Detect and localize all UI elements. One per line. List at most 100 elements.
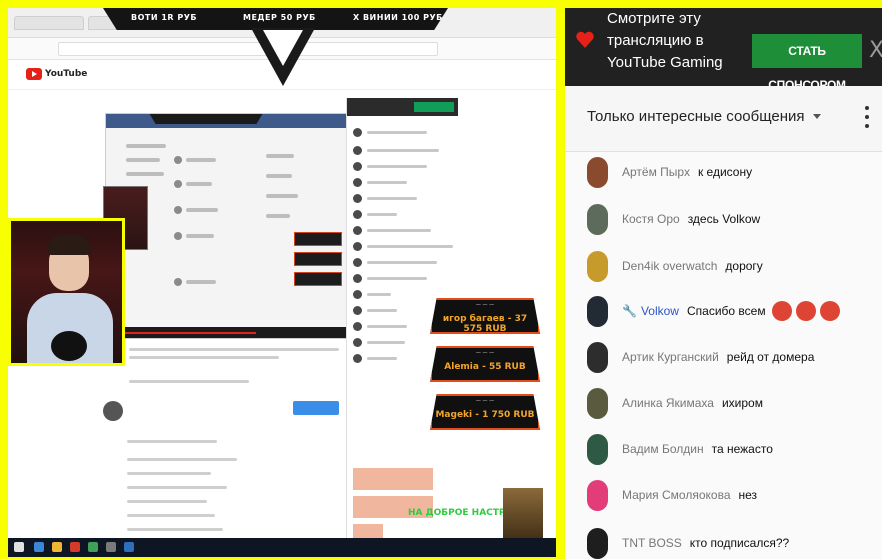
- close-icon[interactable]: X: [869, 38, 882, 63]
- nested-donation-badge: [294, 272, 342, 286]
- avatar[interactable]: [587, 387, 608, 419]
- chat-author-name: Вадим Болдин: [622, 442, 704, 456]
- avatar[interactable]: [587, 295, 608, 327]
- live-chat-panel: Смотрите эту трансляцию в YouTube Gaming…: [565, 8, 882, 559]
- nested-text-line: [266, 194, 298, 198]
- avatar[interactable]: [587, 433, 608, 465]
- avatar[interactable]: [587, 527, 608, 559]
- nested-sponsor-button[interactable]: [414, 102, 454, 112]
- chat-message-text: нез: [738, 488, 758, 502]
- avatar[interactable]: [587, 203, 608, 235]
- chat-message-text: та нежасто: [711, 442, 773, 456]
- chat-message-text: рейд от домера: [726, 350, 815, 364]
- chat-message[interactable]: Алинка Якимаха ихиром: [587, 383, 877, 423]
- chat-message[interactable]: Артём Пырх к едисону: [587, 152, 877, 192]
- chat-message[interactable]: Мария Смоляокова нез: [587, 475, 877, 515]
- nested-chat-row: [353, 226, 453, 238]
- chat-author-name: Артём Пырх: [622, 165, 690, 179]
- chat-author[interactable]: Костя Оро: [622, 212, 680, 226]
- emoji-icon: [819, 301, 840, 321]
- browser-tab[interactable]: [14, 16, 84, 30]
- nested-text-line: [186, 158, 216, 162]
- chat-message[interactable]: Артик Курганский рейд от домера: [587, 337, 877, 377]
- chat-filter-bar: Только интересные сообщения: [565, 86, 882, 152]
- sponsor-promo-bar: Смотрите эту трансляцию в YouTube Gaming…: [565, 8, 882, 92]
- donation-goal-value: игор багаев - 37 575 RUB: [442, 314, 528, 334]
- chat-message[interactable]: Den4ik overwatch дорогу: [587, 246, 877, 286]
- heart-icon: [576, 31, 594, 48]
- chat-author[interactable]: TNT BOSS: [622, 536, 682, 550]
- chat-message-text: дорогу: [725, 259, 763, 273]
- chat-author[interactable]: Мария Смоляокова: [622, 488, 731, 502]
- chat-filter-label: Только интересные сообщения: [587, 108, 805, 125]
- nested-chat-row: [353, 242, 453, 254]
- stream-overlay-text: НА ДОБРОЕ НАСТРО: [408, 508, 514, 518]
- windows-taskbar: [8, 538, 556, 557]
- nested-chat-row: [353, 258, 453, 270]
- nested-seek-bar[interactable]: [106, 327, 347, 338]
- wrench-icon: 🔧: [622, 304, 637, 318]
- video-description: [105, 340, 345, 557]
- chat-message[interactable]: Вадим Болдин та нежасто: [587, 429, 877, 469]
- streamer-webcam: [8, 218, 125, 366]
- chat-filter-dropdown[interactable]: Только интересные сообщения: [587, 108, 821, 125]
- sponsor-promo-text: Смотрите эту трансляцию в YouTube Gaming: [607, 10, 723, 71]
- nested-chat-row: [353, 274, 453, 286]
- nested-text-line: [266, 174, 292, 178]
- nested-progress: [106, 332, 256, 334]
- banner-pointer-inner: [263, 30, 303, 66]
- chat-message-text: кто подписался??: [689, 536, 790, 550]
- avatar[interactable]: [587, 156, 608, 188]
- chat-author[interactable]: Den4ik overwatch: [622, 259, 717, 273]
- chat-author[interactable]: Артём Пырх: [622, 165, 690, 179]
- chat-author-name: Костя Оро: [622, 212, 680, 226]
- donation-banner-left: ВОТИ 1R РУБ: [131, 13, 197, 22]
- taskbar-app-icon[interactable]: [106, 542, 116, 552]
- chat-message-text: к едисону: [697, 165, 753, 179]
- chat-author[interactable]: 🔧 Volkow: [622, 304, 679, 318]
- taskbar-app-icon[interactable]: [70, 542, 80, 552]
- chat-author[interactable]: Артик Курганский: [622, 350, 719, 364]
- taskbar-app-icon[interactable]: [34, 542, 44, 552]
- avatar[interactable]: [587, 341, 608, 373]
- chat-message[interactable]: TNT BOSS кто подписался??: [587, 523, 877, 559]
- chat-author-name: Алинка Якимаха: [622, 396, 714, 410]
- chat-message-text: Спасибо всем: [686, 304, 766, 318]
- emoji-group: [771, 301, 840, 321]
- chat-message[interactable]: Костя Оро здесь Volkow: [587, 199, 877, 239]
- avatar[interactable]: [587, 250, 608, 282]
- chat-author-name: Volkow: [640, 304, 679, 318]
- nested-chat-row: [353, 194, 453, 206]
- donation-goal: — — — Alemia - 55 RUB: [430, 346, 540, 382]
- chat-author-name: Артик Курганский: [622, 350, 719, 364]
- nested-text-line: [126, 172, 164, 176]
- emoji-icon: [795, 301, 816, 321]
- taskbar-app-icon[interactable]: [124, 542, 134, 552]
- avatar[interactable]: [587, 479, 608, 511]
- more-vert-icon[interactable]: [863, 106, 871, 130]
- nested-donation-badge: [294, 252, 342, 266]
- chat-author[interactable]: Алинка Якимаха: [622, 396, 714, 410]
- emoji-icon: [771, 301, 792, 321]
- become-sponsor-button[interactable]: СТАТЬ СПОНСОРОМ: [752, 34, 862, 92]
- nested-chat-row: [353, 128, 453, 140]
- microphone: [51, 331, 87, 361]
- nested-text-line: [266, 214, 290, 218]
- taskbar-app-icon[interactable]: [52, 542, 62, 552]
- donation-goal: — — — Mageki - 1 750 RUB: [430, 394, 540, 430]
- chat-message[interactable]: 🔧 Volkow Спасибо всем: [587, 291, 877, 331]
- nested-text-line: [266, 154, 294, 158]
- related-thumb[interactable]: [353, 468, 433, 490]
- nested-avatar: [174, 278, 182, 286]
- nested-chat-row: [353, 146, 453, 158]
- chat-author[interactable]: Вадим Болдин: [622, 442, 704, 456]
- nested-banner: [146, 114, 266, 124]
- nested-text-line: [126, 144, 166, 148]
- overlay-character: [503, 488, 543, 544]
- chat-message-text: ихиром: [721, 396, 763, 410]
- chat-author-name: Den4ik overwatch: [622, 259, 718, 273]
- taskbar-app-icon[interactable]: [88, 542, 98, 552]
- youtube-logo[interactable]: YouTube: [26, 68, 87, 80]
- start-icon[interactable]: [14, 542, 24, 552]
- nested-chat-row: [353, 178, 453, 190]
